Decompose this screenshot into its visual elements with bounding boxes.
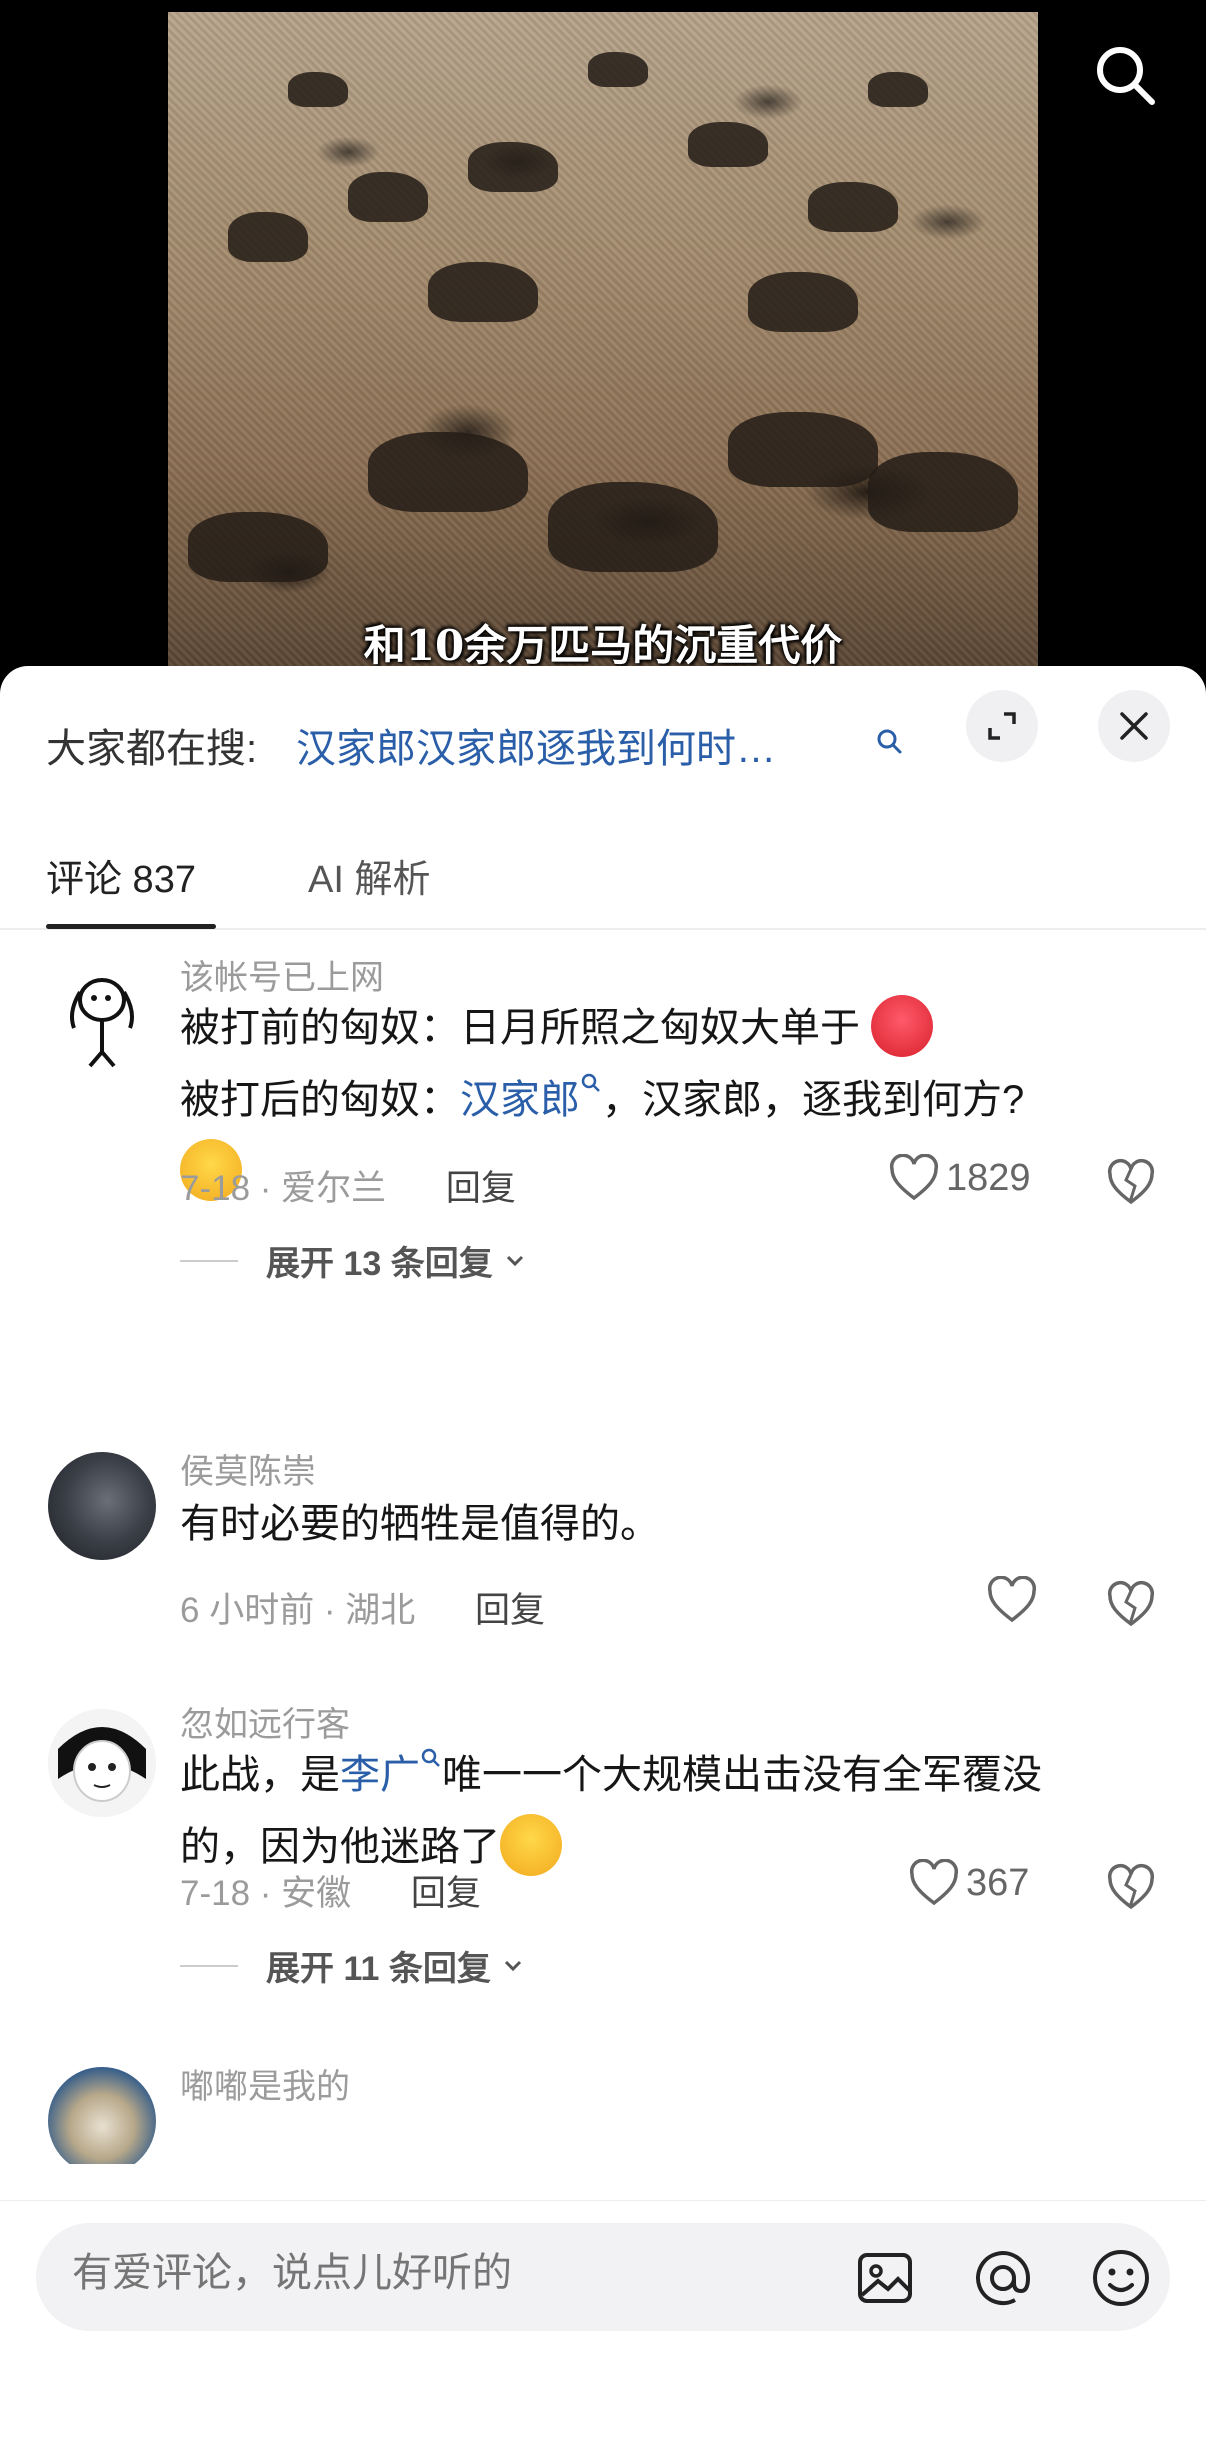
expand-button[interactable] <box>966 690 1038 762</box>
expand-replies-button[interactable]: 展开 13 条回复 <box>180 1236 529 1285</box>
heart-icon <box>987 1576 1037 1623</box>
reply-button[interactable]: 回复 <box>446 1169 516 1208</box>
comment-text: 有时必要的牺牲是值得的。 <box>180 1488 1160 1560</box>
comment-meta: 6 小时前 · 湖北 回复 <box>180 1582 545 1633</box>
comment-list[interactable]: 该帐号已上网 被打前的匈奴：日月所照之匈奴大单于 被打后的匈奴：汉家郎 ，汉家郎，… <box>0 932 1206 2164</box>
comment-meta: 7-18 · 安徽 回复 <box>180 1865 481 1916</box>
avatar[interactable] <box>48 1452 156 1560</box>
expand-replies-button[interactable]: 展开 11 条回复 <box>180 1941 527 1990</box>
hot-search-query[interactable]: 汉家郎汉家郎逐我到何时… <box>296 716 836 774</box>
reply-button[interactable]: 回复 <box>411 1874 481 1913</box>
comment-line: 被打后的匈奴： <box>180 1078 460 1122</box>
at-mention-icon[interactable] <box>972 2247 1034 2309</box>
avatar[interactable] <box>48 1709 156 1817</box>
like-count: 367 <box>966 1861 1030 1904</box>
angry-emoji-icon <box>871 995 934 1058</box>
heart-icon <box>909 1859 959 1906</box>
like-count: 1829 <box>946 1156 1031 1199</box>
chevron-down-icon <box>506 1255 523 1266</box>
hot-search-row[interactable]: 大家都在搜: 汉家郎汉家郎逐我到何时… <box>0 666 1206 806</box>
avatar-stickman-icon <box>48 962 156 1070</box>
comment-line: ，汉家郎，逐我到何方? <box>602 1078 1025 1122</box>
reply-button[interactable]: 回复 <box>475 1591 545 1630</box>
comment-line: 被打前的匈奴：日月所照之匈奴大单于 <box>180 1006 860 1050</box>
video-player[interactable]: 和10余万匹马的沉重代价 <box>0 0 1206 700</box>
tab-comments[interactable]: 评论 837 <box>46 848 196 903</box>
comment-username[interactable]: 侯莫陈崇 <box>180 1444 316 1493</box>
image-icon[interactable] <box>854 2247 916 2309</box>
emoji-icon[interactable] <box>1090 2247 1152 2309</box>
dislike-icon[interactable] <box>1106 1580 1156 1630</box>
expand-icon <box>988 712 1016 740</box>
like-button[interactable]: 367 <box>908 1859 1029 1907</box>
comment-line: 的，因为他迷路了 <box>180 1825 500 1869</box>
hashtag-link[interactable]: 汉家郎 <box>460 1078 580 1122</box>
hot-search-prefix: 大家都在搜: <box>46 727 258 771</box>
like-button[interactable] <box>986 1576 1038 1624</box>
heart-icon <box>889 1154 939 1201</box>
comment-meta: 7-18 · 爱尔兰 回复 <box>180 1160 516 1211</box>
comment-date-location: 7-18 · 爱尔兰 <box>180 1169 387 1208</box>
hashtag-link[interactable]: 李广 <box>340 1753 420 1797</box>
search-icon[interactable] <box>870 722 910 762</box>
laughing-crying-emoji-icon <box>500 1814 562 1877</box>
close-icon <box>1120 712 1148 740</box>
search-icon <box>421 1748 440 1767</box>
like-button[interactable]: 1829 <box>888 1154 1031 1202</box>
comments-sheet: 大家都在搜: 汉家郎汉家郎逐我到何时… 评论 837 AI 解析 该帐号已上网 … <box>0 666 1206 2449</box>
avatar-cartoon-icon <box>48 1709 156 1817</box>
tab-ai-analysis[interactable]: AI 解析 <box>308 848 430 903</box>
comment-input[interactable] <box>72 2251 772 2296</box>
search-icon <box>581 1073 600 1092</box>
comment-line: 唯一一个大规模出击没有全军覆没 <box>442 1753 1042 1797</box>
dislike-icon[interactable] <box>1106 1158 1156 1208</box>
expand-replies-label: 展开 13 条回复 <box>266 1245 493 1283</box>
avatar[interactable] <box>48 962 156 1070</box>
comment-date-location: 6 小时前 · 湖北 <box>180 1591 416 1630</box>
comment-username[interactable]: 嘟嘟是我的 <box>180 2059 350 2108</box>
video-subtitle: 和10余万匹马的沉重代价 <box>363 621 843 670</box>
dislike-icon[interactable] <box>1106 1863 1156 1913</box>
search-icon[interactable] <box>1090 40 1162 112</box>
close-button[interactable] <box>1098 690 1170 762</box>
video-frame: 和10余万匹马的沉重代价 <box>168 12 1038 672</box>
comment-line: 有时必要的牺牲是值得的。 <box>180 1502 660 1546</box>
comment-date-location: 7-18 · 安徽 <box>180 1874 352 1913</box>
comment-input-container[interactable] <box>36 2223 1170 2331</box>
expand-replies-label: 展开 11 条回复 <box>266 1950 491 1988</box>
comment-input-bar <box>0 2200 1206 2449</box>
tab-bar: 评论 837 AI 解析 <box>0 826 1206 930</box>
chevron-down-icon <box>504 1960 521 1971</box>
avatar[interactable] <box>48 2067 156 2164</box>
active-tab-indicator <box>46 924 216 929</box>
comment-line: 此战，是 <box>180 1753 340 1797</box>
